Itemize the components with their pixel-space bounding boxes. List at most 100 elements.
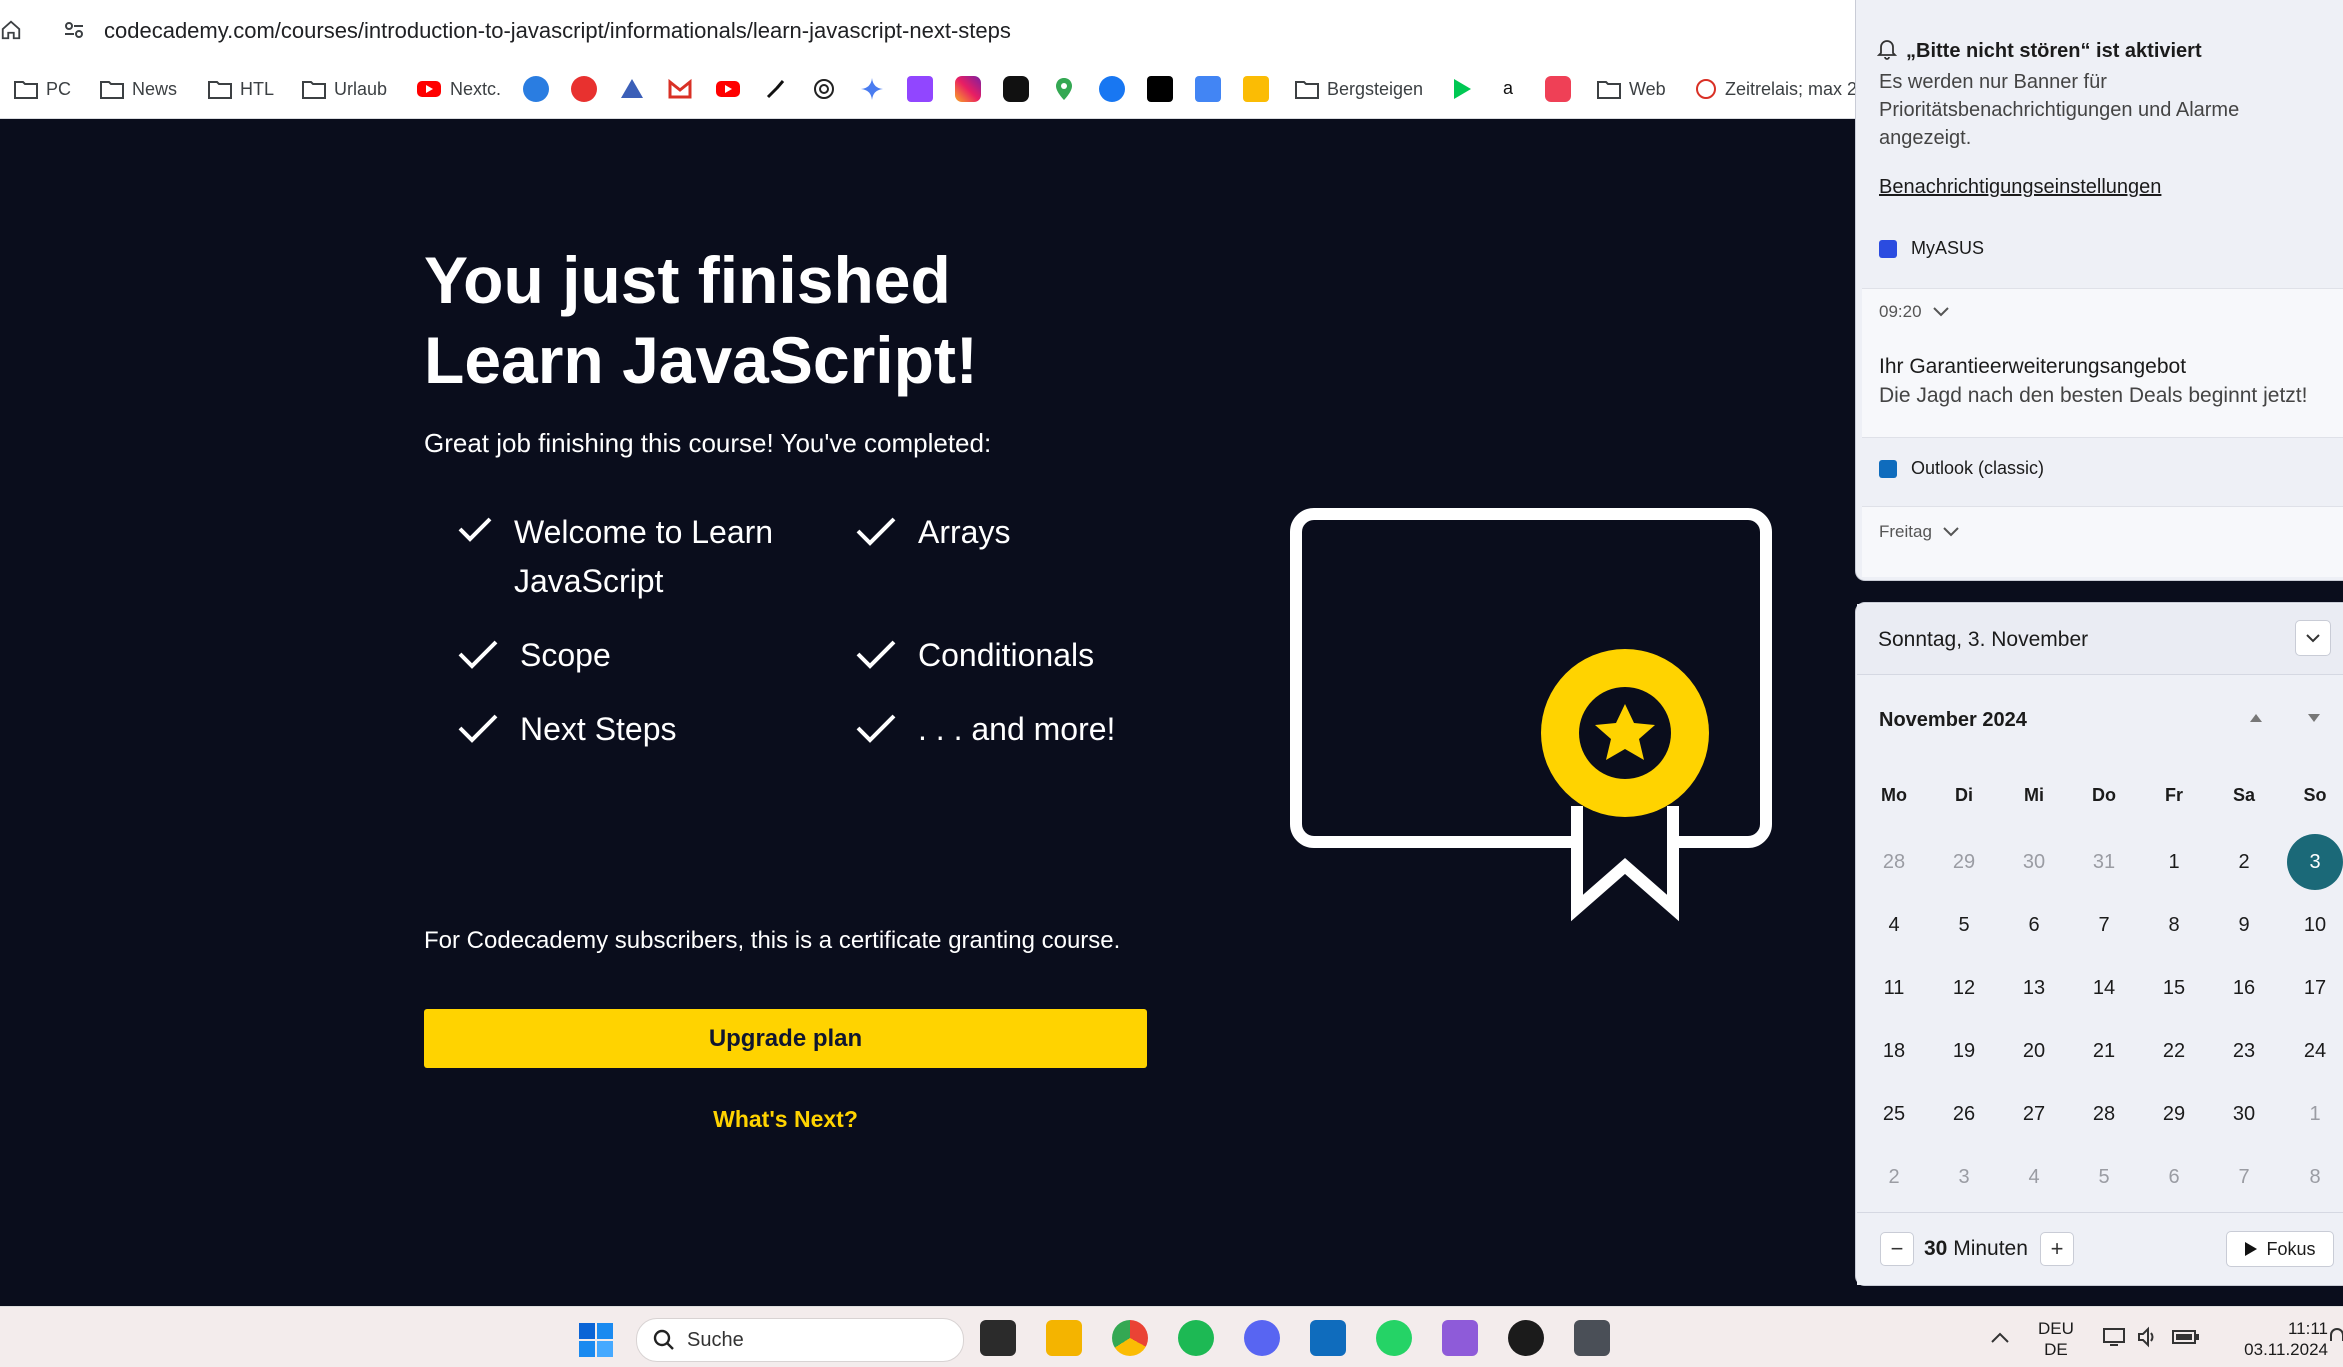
- previous-month-icon[interactable]: [2248, 712, 2264, 724]
- calendar-day[interactable]: 3: [1936, 1149, 1992, 1205]
- calendar-day[interactable]: 21: [2076, 1023, 2132, 1079]
- calendar-collapse-button[interactable]: [2295, 620, 2331, 656]
- calendar-day[interactable]: 29: [2146, 1086, 2202, 1142]
- gmail-icon[interactable]: [667, 76, 693, 102]
- instagram-icon[interactable]: [955, 76, 981, 102]
- maps-icon[interactable]: [1051, 76, 1077, 102]
- calendar-site-icon[interactable]: [1243, 76, 1269, 102]
- calendar-day[interactable]: 1: [2146, 834, 2202, 890]
- g-hub-icon[interactable]: [1508, 1320, 1544, 1356]
- gemini-icon[interactable]: [859, 76, 885, 102]
- bookmark-urlaub[interactable]: Urlaub: [302, 74, 387, 104]
- calendar-day[interactable]: 25: [1866, 1086, 1922, 1142]
- bookmark-htl[interactable]: HTL: [208, 74, 274, 104]
- facebook-icon[interactable]: [1099, 76, 1125, 102]
- input-language[interactable]: DEU DE: [2038, 1318, 2074, 1360]
- visual-studio-icon[interactable]: [1442, 1320, 1478, 1356]
- calendar-day[interactable]: 9: [2216, 897, 2272, 953]
- spotify-icon[interactable]: [1178, 1320, 1214, 1356]
- volume-icon[interactable]: [2136, 1326, 2158, 1348]
- calendar-day[interactable]: 2: [1866, 1149, 1922, 1205]
- calendar-day[interactable]: 22: [2146, 1023, 2202, 1079]
- calendar-day[interactable]: 14: [2076, 960, 2132, 1016]
- file-explorer-icon[interactable]: [1046, 1320, 1082, 1356]
- bookmark-web[interactable]: Web: [1597, 74, 1666, 104]
- battery-icon[interactable]: [2172, 1328, 2200, 1346]
- calendar-day[interactable]: 8: [2287, 1149, 2343, 1205]
- bookmark-zeitrelais[interactable]: Zeitrelais; max 2: [1695, 74, 1857, 104]
- bookmark-pc[interactable]: PC: [14, 74, 71, 104]
- calendar-month-label[interactable]: November 2024: [1879, 709, 2027, 732]
- calendar-day[interactable]: 5: [1936, 897, 1992, 953]
- calendar-day[interactable]: 1: [2287, 1086, 2343, 1142]
- calendar-day[interactable]: 4: [2006, 1149, 2062, 1205]
- bookmark-circle-icon[interactable]: [523, 76, 549, 102]
- twitch-icon[interactable]: [907, 76, 933, 102]
- calendar-day[interactable]: 27: [2006, 1086, 2062, 1142]
- focus-increase-button[interactable]: +: [2040, 1232, 2074, 1266]
- calendar-day[interactable]: 4: [1866, 897, 1922, 953]
- youtube-icon[interactable]: [715, 76, 741, 102]
- calendar-day[interactable]: 30: [2006, 834, 2062, 890]
- taskbar-clock[interactable]: 11:11 03.11.2024: [2218, 1318, 2328, 1360]
- taskbar-search[interactable]: Suche: [636, 1318, 964, 1362]
- bookmark-drive-icon[interactable]: [619, 76, 645, 102]
- whats-next-link[interactable]: What's Next?: [424, 1106, 1147, 1133]
- pocket-icon[interactable]: [1545, 76, 1571, 102]
- threads-icon[interactable]: [1003, 76, 1029, 102]
- translate-icon[interactable]: [1195, 76, 1221, 102]
- windows-start-icon[interactable]: [578, 1322, 614, 1358]
- calendar-day[interactable]: 5: [2076, 1149, 2132, 1205]
- calendar-day[interactable]: 24: [2287, 1023, 2343, 1079]
- notification-settings-link[interactable]: Benachrichtigungseinstellungen: [1879, 176, 2161, 199]
- focus-start-button[interactable]: Fokus: [2226, 1231, 2334, 1267]
- calendar-day[interactable]: 2: [2216, 834, 2272, 890]
- calendar-day[interactable]: 12: [1936, 960, 1992, 1016]
- site-info-icon[interactable]: [62, 18, 86, 42]
- calendar-day[interactable]: 6: [2146, 1149, 2202, 1205]
- brush-icon[interactable]: [763, 76, 789, 102]
- calendar-day[interactable]: 29: [1936, 834, 1992, 890]
- calendar-day[interactable]: 7: [2216, 1149, 2272, 1205]
- play-store-icon[interactable]: [1449, 76, 1475, 102]
- app-header-myasus[interactable]: MyASUS: [1879, 238, 1984, 259]
- bookmark-flag-icon[interactable]: [571, 76, 597, 102]
- calendar-day[interactable]: 7: [2076, 897, 2132, 953]
- calendar-day[interactable]: 16: [2216, 960, 2272, 1016]
- calendar-day[interactable]: 31: [2076, 834, 2132, 890]
- bookmark-nextc[interactable]: Nextc.: [416, 74, 501, 104]
- bookmark-news[interactable]: News: [100, 74, 177, 104]
- bookmark-bergsteigen[interactable]: Bergsteigen: [1295, 74, 1423, 104]
- calendar-day[interactable]: 11: [1866, 960, 1922, 1016]
- calendar-day[interactable]: 3: [2287, 834, 2343, 890]
- task-view-icon[interactable]: [980, 1320, 1016, 1356]
- calendar-day[interactable]: 18: [1866, 1023, 1922, 1079]
- app-icon[interactable]: [1574, 1320, 1610, 1356]
- home-icon[interactable]: [0, 19, 22, 41]
- x-icon[interactable]: [1147, 76, 1173, 102]
- notification-bell-icon[interactable]: [2328, 1326, 2343, 1350]
- chatgpt-icon[interactable]: [811, 76, 837, 102]
- calendar-day[interactable]: 30: [2216, 1086, 2272, 1142]
- amazon-icon[interactable]: a: [1497, 76, 1523, 102]
- next-month-icon[interactable]: [2306, 712, 2322, 724]
- chevron-up-icon[interactable]: [1990, 1332, 2010, 1344]
- discord-icon[interactable]: [1244, 1320, 1280, 1356]
- notification-time[interactable]: Freitag: [1879, 522, 1960, 542]
- calendar-day[interactable]: 6: [2006, 897, 2062, 953]
- calendar-day[interactable]: 8: [2146, 897, 2202, 953]
- notification-time[interactable]: 09:20: [1879, 302, 1950, 322]
- calendar-day[interactable]: 13: [2006, 960, 2062, 1016]
- calendar-day[interactable]: 17: [2287, 960, 2343, 1016]
- outlook-icon[interactable]: [1310, 1320, 1346, 1356]
- calendar-day[interactable]: 26: [1936, 1086, 1992, 1142]
- calendar-day[interactable]: 10: [2287, 897, 2343, 953]
- calendar-day[interactable]: 20: [2006, 1023, 2062, 1079]
- url-text[interactable]: codecademy.com/courses/introduction-to-j…: [104, 18, 1011, 44]
- calendar-day[interactable]: 15: [2146, 960, 2202, 1016]
- upgrade-plan-button[interactable]: Upgrade plan: [424, 1009, 1147, 1068]
- address-bar[interactable]: codecademy.com/courses/introduction-to-j…: [0, 0, 1855, 62]
- network-icon[interactable]: [2102, 1326, 2126, 1348]
- whatsapp-icon[interactable]: [1376, 1320, 1412, 1356]
- app-header-outlook[interactable]: Outlook (classic): [1879, 458, 2044, 479]
